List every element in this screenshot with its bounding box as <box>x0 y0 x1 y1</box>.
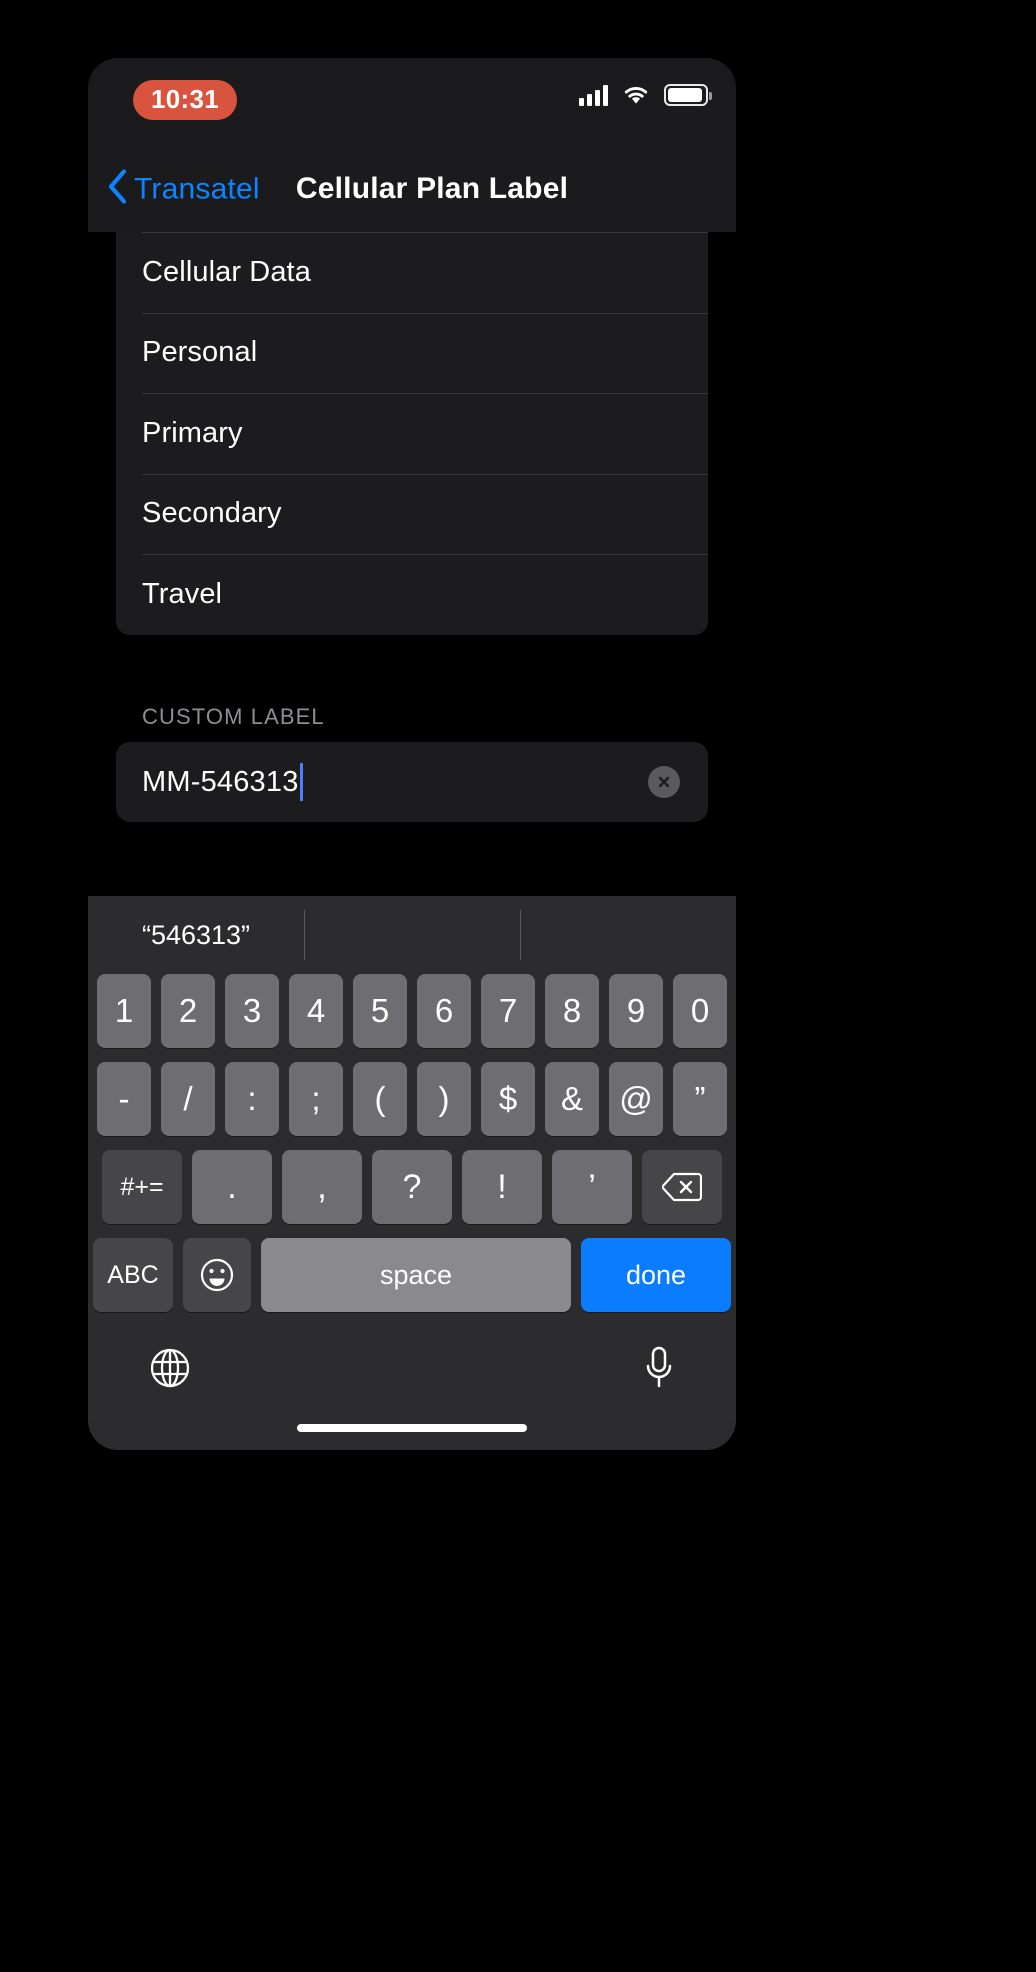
key-period[interactable]: . <box>192 1150 272 1224</box>
list-item-cellular-data[interactable]: Cellular Data <box>116 232 708 313</box>
key-hyphen[interactable]: - <box>97 1062 151 1136</box>
custom-label-value-wrap: MM-546313 <box>142 763 303 801</box>
label-options-list: Cellular Data Personal Primary Secondary… <box>116 232 708 635</box>
navigation-bar: Transatel Cellular Plan Label <box>88 146 736 232</box>
key-semicolon[interactable]: ; <box>289 1062 343 1136</box>
list-item-travel[interactable]: Travel <box>116 554 708 635</box>
key-symbols-toggle[interactable]: #+= <box>102 1150 182 1224</box>
onscreen-keyboard: “546313” 1 2 3 4 5 6 7 8 9 0 - / : ; ( )… <box>88 896 736 1450</box>
key-abc-toggle[interactable]: ABC <box>93 1238 173 1312</box>
keyboard-row-symbols: - / : ; ( ) $ & @ ” <box>88 1062 736 1136</box>
keyboard-row-numbers: 1 2 3 4 5 6 7 8 9 0 <box>88 974 736 1048</box>
list-item-secondary[interactable]: Secondary <box>116 473 708 555</box>
list-item-label: Personal <box>142 336 258 369</box>
page-title: Cellular Plan Label <box>295 172 569 205</box>
list-item-label: Cellular Data <box>142 255 311 288</box>
key-done[interactable]: done <box>581 1238 731 1312</box>
key-9[interactable]: 9 <box>609 974 663 1048</box>
status-bar: 10:31 <box>88 58 736 146</box>
phone-screen: 10:31 Transatel Cellular Plan Label Cell… <box>88 58 736 1450</box>
key-6[interactable]: 6 <box>417 974 471 1048</box>
key-exclamation[interactable]: ! <box>462 1150 542 1224</box>
globe-icon[interactable] <box>148 1346 192 1395</box>
keyboard-suggestion-bar: “546313” <box>88 896 736 974</box>
key-at[interactable]: @ <box>609 1062 663 1136</box>
list-item-personal[interactable]: Personal <box>116 312 708 394</box>
key-comma[interactable]: , <box>282 1150 362 1224</box>
backspace-icon[interactable] <box>642 1150 722 1224</box>
wifi-icon <box>622 84 650 106</box>
battery-icon <box>664 84 712 106</box>
key-ampersand[interactable]: & <box>545 1062 599 1136</box>
settings-content: Cellular Data Personal Primary Secondary… <box>88 232 736 896</box>
list-item-label: Primary <box>142 416 243 449</box>
key-apostrophe[interactable]: ’ <box>552 1150 632 1224</box>
clear-circle-x-icon[interactable] <box>648 766 680 798</box>
keyboard-footer <box>88 1326 736 1406</box>
key-0[interactable]: 0 <box>673 974 727 1048</box>
list-item-label: Secondary <box>142 497 282 530</box>
keyboard-row-symbols-secondary: #+= . , ? ! ’ <box>88 1150 736 1224</box>
key-space[interactable]: space <box>261 1238 571 1312</box>
key-5[interactable]: 5 <box>353 974 407 1048</box>
keyboard-row-bottom: ABC space done <box>88 1238 736 1312</box>
suggestion-item-0[interactable]: “546313” <box>88 896 304 974</box>
key-1[interactable]: 1 <box>97 974 151 1048</box>
custom-label-value: MM-546313 <box>142 765 299 798</box>
emoji-smiley-icon[interactable] <box>183 1238 251 1312</box>
key-8[interactable]: 8 <box>545 974 599 1048</box>
cellular-signal-icon <box>579 84 608 106</box>
key-7[interactable]: 7 <box>481 974 535 1048</box>
key-colon[interactable]: : <box>225 1062 279 1136</box>
key-2[interactable]: 2 <box>161 974 215 1048</box>
key-3[interactable]: 3 <box>225 974 279 1048</box>
list-item-label: Travel <box>142 577 223 610</box>
key-quote-double[interactable]: ” <box>673 1062 727 1136</box>
key-question[interactable]: ? <box>372 1150 452 1224</box>
custom-label-section-header: CUSTOM LABEL <box>142 704 325 729</box>
key-4[interactable]: 4 <box>289 974 343 1048</box>
key-paren-close[interactable]: ) <box>417 1062 471 1136</box>
custom-label-input[interactable]: MM-546313 <box>116 742 708 822</box>
key-slash[interactable]: / <box>161 1062 215 1136</box>
suggestion-item-1[interactable] <box>304 896 520 974</box>
status-icons <box>579 84 712 106</box>
home-indicator <box>297 1424 527 1432</box>
status-time-recording-pill[interactable]: 10:31 <box>133 80 237 120</box>
suggestion-item-2[interactable] <box>520 896 736 974</box>
text-cursor <box>299 763 303 801</box>
list-item-primary[interactable]: Primary <box>116 393 708 474</box>
microphone-icon[interactable] <box>642 1345 676 1396</box>
key-paren-open[interactable]: ( <box>353 1062 407 1136</box>
key-dollar[interactable]: $ <box>481 1062 535 1136</box>
